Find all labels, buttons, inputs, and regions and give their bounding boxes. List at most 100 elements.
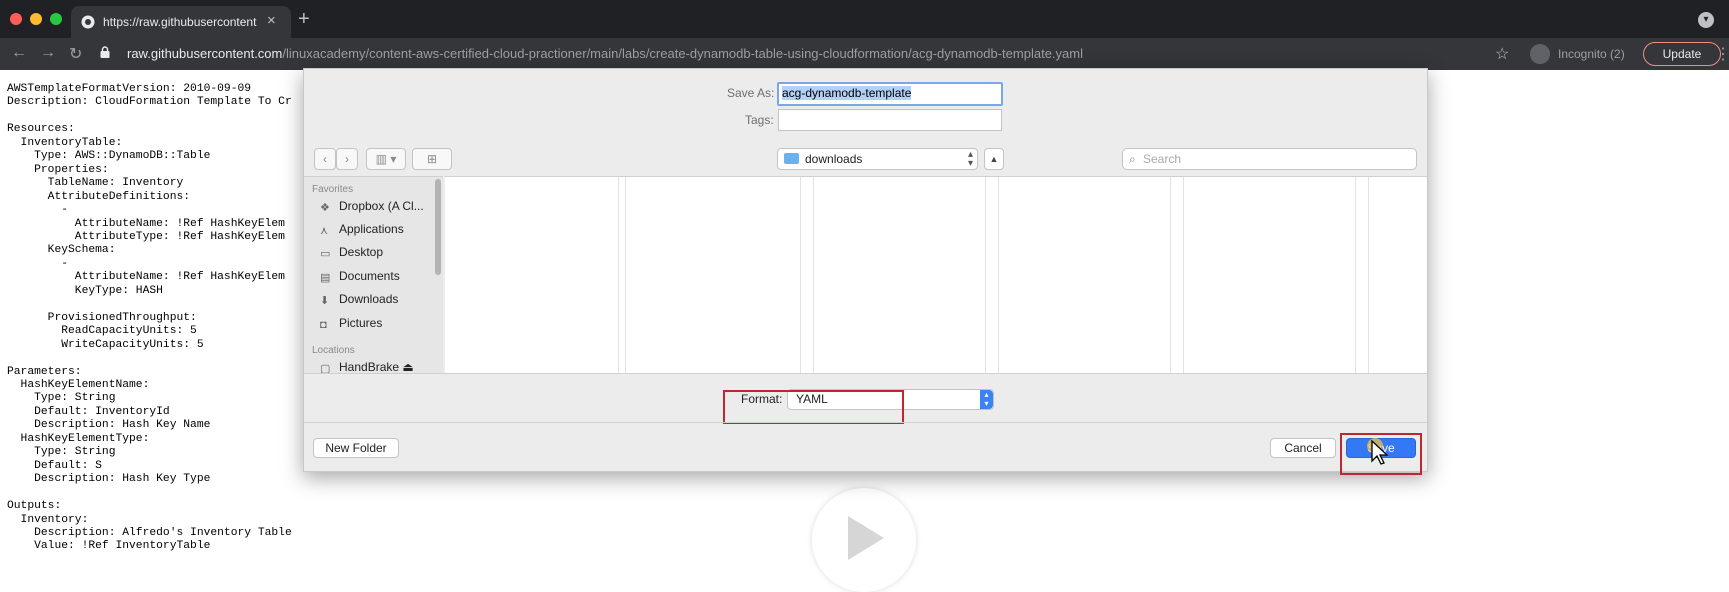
yaml-line: AWSTemplateFormatVersion: 2010-09-09	[7, 83, 252, 95]
incognito-icon[interactable]	[1530, 44, 1550, 64]
new-tab-icon[interactable]: +	[298, 8, 310, 31]
search-placeholder: Search	[1143, 152, 1182, 166]
back-arrow-icon[interactable]: ←	[11, 44, 27, 62]
sidebar-item-label: Dropbox (A Cl...	[339, 199, 424, 213]
close-tab-icon[interactable]: ×	[267, 12, 276, 29]
format-highlight-box	[723, 390, 904, 424]
play-button[interactable]	[812, 488, 916, 592]
yaml-line: Outputs:	[7, 500, 62, 513]
popup-arrows-icon: ▴ ▾	[967, 149, 973, 169]
yaml-line: AttributeName: !Ref HashKeyElem	[7, 217, 285, 230]
sidebar-item-label: Documents	[339, 269, 400, 283]
incognito-label[interactable]: Incognito (2)	[1558, 47, 1625, 61]
yaml-line: Description: Alfredo's Inventory Table	[7, 526, 292, 539]
minimize-window-button[interactable]	[30, 13, 42, 25]
yaml-line: HashKeyElementType:	[7, 432, 150, 445]
sidebar-item-label: Downloads	[339, 292, 399, 306]
cancel-button[interactable]: Cancel	[1270, 438, 1336, 458]
tags-label: Tags:	[745, 113, 774, 127]
yaml-line: InventoryTable:	[7, 136, 123, 149]
save-dialog: Save As: acg-dynamodb-template Tags: ‹ ›…	[303, 68, 1428, 475]
folder-icon	[784, 153, 799, 164]
search-icon: ⌕	[1129, 152, 1136, 166]
forward-arrow-icon[interactable]: →	[40, 44, 56, 62]
applications-icon: ⋏	[320, 225, 329, 237]
location-popup[interactable]: downloads ▴ ▾	[777, 148, 978, 170]
yaml-line: AttributeType: !Ref HashKeyElem	[7, 230, 285, 243]
sidebar-item-desktop[interactable]: ▭ Desktop	[320, 245, 383, 263]
yaml-line: Default: S	[7, 459, 102, 472]
forward-button[interactable]: ›	[336, 148, 358, 170]
sidebar-item-label: HandBrake	[339, 360, 400, 373]
save-as-input[interactable]: acg-dynamodb-template	[777, 82, 1003, 106]
yaml-line: Type: String	[7, 392, 116, 405]
yaml-line: -	[7, 257, 69, 270]
file-browser-columns[interactable]	[445, 176, 1427, 373]
yaml-line: WriteCapacityUnits: 5	[7, 338, 204, 351]
close-window-button[interactable]	[10, 13, 22, 25]
yaml-line: Description: Hash Key Name	[7, 419, 211, 432]
sidebar-item-pictures[interactable]: ◘ Pictures	[320, 316, 382, 334]
yaml-content: AWSTemplateFormatVersion: 2010-09-09 Des…	[7, 83, 292, 554]
star-icon[interactable]: ☆	[1495, 44, 1509, 64]
sidebar-scrollbar[interactable]	[435, 179, 441, 275]
yaml-line: Default: InventoryId	[7, 405, 170, 418]
tab-title: https://raw.githubusercontent	[103, 15, 257, 29]
zoom-window-button[interactable]	[50, 13, 62, 25]
yaml-line: HashKeyElementName:	[7, 378, 150, 391]
sidebar-item-applications[interactable]: ⋏ Applications	[320, 222, 404, 240]
reload-icon[interactable]: ↻	[69, 44, 82, 64]
play-icon	[848, 516, 884, 560]
yaml-line: Parameters:	[7, 365, 82, 378]
popup-arrows-icon: ▴ ▾	[980, 390, 993, 409]
mouse-cursor-icon	[1367, 438, 1389, 465]
desktop-icon: ▭	[320, 248, 331, 260]
save-as-value: acg-dynamodb-template	[782, 86, 912, 100]
browser-tab[interactable]: https://raw.githubusercontent ×	[71, 6, 291, 38]
url-host: raw.githubusercontent.com	[127, 46, 283, 61]
url-path: /linuxacademy/content-aws-certified-clou…	[282, 46, 1083, 61]
location-label: downloads	[805, 152, 863, 166]
yaml-line: AttributeName: !Ref HashKeyElem	[7, 271, 285, 284]
tags-input[interactable]	[778, 109, 1002, 131]
sidebar: Favorites ❖ Dropbox (A Cl... ⋏ Application…	[304, 176, 443, 373]
save-as-label: Save As:	[727, 86, 775, 100]
sidebar-item-label: Desktop	[339, 245, 384, 259]
github-favicon-icon	[81, 15, 95, 29]
browser-tab-bar: https://raw.githubusercontent × + ▾	[0, 0, 1729, 38]
sidebar-item-label: Applications	[339, 222, 404, 236]
sidebar-item-dropbox[interactable]: ❖ Dropbox (A Cl...	[320, 199, 424, 217]
yaml-line: Value: !Ref InventoryTable	[7, 540, 211, 553]
update-button[interactable]: Update	[1643, 42, 1721, 66]
sidebar-item-documents[interactable]: ▤ Documents	[320, 269, 400, 287]
favorites-header: Favorites	[312, 184, 354, 195]
address-bar[interactable]: raw.githubusercontent.com/linuxacademy/c…	[127, 46, 1083, 61]
pictures-icon: ◘	[320, 319, 327, 331]
yaml-line: Description: CloudFormation Template To …	[7, 96, 292, 109]
yaml-line: Type: AWS::DynamoDB::Table	[7, 150, 211, 163]
dropbox-icon: ❖	[320, 202, 330, 214]
back-button[interactable]: ‹	[314, 148, 336, 170]
expand-toggle-button[interactable]: ▲	[984, 148, 1004, 170]
tab-search-icon[interactable]: ▾	[1698, 12, 1714, 28]
menu-icon[interactable]: ⋮	[1715, 44, 1729, 64]
yaml-line: Inventory:	[7, 513, 89, 526]
yaml-line: ReadCapacityUnits: 5	[7, 325, 197, 338]
new-folder-button[interactable]: New Folder	[313, 438, 399, 458]
sidebar-item-handbrake[interactable]: ▢ HandBrake ⏏	[320, 360, 414, 373]
view-mode-button[interactable]: ▥ ▾	[366, 148, 406, 170]
search-field[interactable]: ⌕ Search	[1122, 148, 1417, 170]
eject-icon[interactable]: ⏏	[402, 360, 413, 373]
drive-icon: ▢	[320, 363, 331, 373]
new-folder-icon[interactable]: ⊞	[412, 148, 452, 170]
yaml-line: KeySchema:	[7, 244, 116, 257]
locations-header: Locations	[312, 345, 355, 356]
window-controls	[10, 13, 62, 25]
downloads-icon: ⬇	[320, 295, 330, 307]
yaml-line: Resources:	[7, 123, 75, 136]
yaml-line: AttributeDefinitions:	[7, 190, 191, 203]
documents-icon: ▤	[320, 272, 331, 284]
dialog-footer: New Folder Cancel Save	[304, 422, 1427, 472]
sidebar-item-downloads[interactable]: ⬇ Downloads	[320, 292, 398, 310]
yaml-line: ProvisionedThroughput:	[7, 311, 197, 324]
